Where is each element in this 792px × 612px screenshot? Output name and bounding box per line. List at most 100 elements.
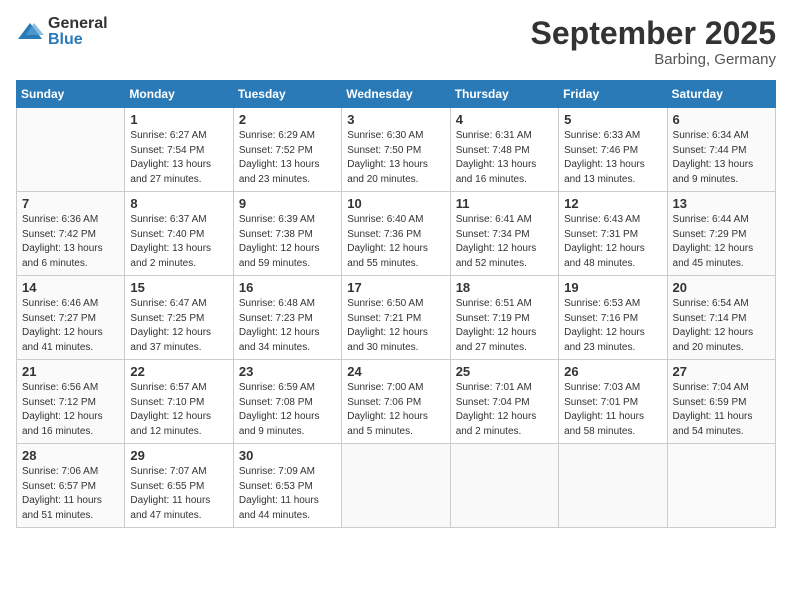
calendar-cell: 14 Sunrise: 6:46 AMSunset: 7:27 PMDayligh…: [17, 276, 125, 360]
header-thursday: Thursday: [450, 81, 558, 108]
day-info: Sunrise: 6:57 AMSunset: 7:10 PMDaylight:…: [130, 381, 227, 439]
location-title: Barbing, Germany: [531, 51, 776, 68]
calendar-cell: 11 Sunrise: 6:41 AMSunset: 7:34 PMDayligh…: [450, 192, 558, 276]
header-sunday: Sunday: [17, 81, 125, 108]
day-info: Sunrise: 7:09 AMSunset: 6:53 PMDaylight:…: [239, 465, 336, 523]
day-number: 6: [673, 112, 770, 127]
day-number: 8: [130, 196, 227, 211]
calendar-cell: 1 Sunrise: 6:27 AMSunset: 7:54 PMDaylight…: [125, 108, 233, 192]
day-number: 30: [239, 448, 336, 463]
day-number: 18: [456, 280, 553, 295]
day-info: Sunrise: 6:40 AMSunset: 7:36 PMDaylight:…: [347, 213, 444, 271]
logo-icon: [16, 21, 44, 43]
day-info: Sunrise: 6:29 AMSunset: 7:52 PMDaylight:…: [239, 129, 336, 187]
day-info: Sunrise: 6:33 AMSunset: 7:46 PMDaylight:…: [564, 129, 661, 187]
calendar-cell: 25 Sunrise: 7:01 AMSunset: 7:04 PMDayligh…: [450, 360, 558, 444]
calendar-cell: 27 Sunrise: 7:04 AMSunset: 6:59 PMDayligh…: [667, 360, 775, 444]
day-info: Sunrise: 6:50 AMSunset: 7:21 PMDaylight:…: [347, 297, 444, 355]
calendar-cell: 13 Sunrise: 6:44 AMSunset: 7:29 PMDayligh…: [667, 192, 775, 276]
title-area: September 2025 Barbing, Germany: [531, 16, 776, 68]
calendar-cell: 23Sunrise: 6:59 AMSunset: 7:08 PMDayligh…: [233, 360, 341, 444]
day-number: 19: [564, 280, 661, 295]
day-info: Sunrise: 6:39 AMSunset: 7:38 PMDaylight:…: [239, 213, 336, 271]
day-info: Sunrise: 7:01 AMSunset: 7:04 PMDaylight:…: [456, 381, 553, 439]
day-number: 9: [239, 196, 336, 211]
calendar-cell: 5 Sunrise: 6:33 AMSunset: 7:46 PMDaylight…: [559, 108, 667, 192]
page-header: General Blue September 2025 Barbing, Ger…: [16, 16, 776, 68]
day-number: 26: [564, 364, 661, 379]
day-info: Sunrise: 6:56 AMSunset: 7:12 PMDaylight:…: [22, 381, 119, 439]
week-row-3: 14 Sunrise: 6:46 AMSunset: 7:27 PMDayligh…: [17, 276, 776, 360]
day-number: 13: [673, 196, 770, 211]
header-monday: Monday: [125, 81, 233, 108]
day-number: 5: [564, 112, 661, 127]
day-info: Sunrise: 6:41 AMSunset: 7:34 PMDaylight:…: [456, 213, 553, 271]
calendar-cell: 16 Sunrise: 6:48 AMSunset: 7:23 PMDayligh…: [233, 276, 341, 360]
header-saturday: Saturday: [667, 81, 775, 108]
day-info: Sunrise: 7:07 AMSunset: 6:55 PMDaylight:…: [130, 465, 227, 523]
week-row-2: 7Sunrise: 6:36 AMSunset: 7:42 PMDaylight…: [17, 192, 776, 276]
day-info: Sunrise: 6:34 AMSunset: 7:44 PMDaylight:…: [673, 129, 770, 187]
calendar-cell: 12 Sunrise: 6:43 AMSunset: 7:31 PMDayligh…: [559, 192, 667, 276]
day-info: Sunrise: 6:47 AMSunset: 7:25 PMDaylight:…: [130, 297, 227, 355]
header-tuesday: Tuesday: [233, 81, 341, 108]
day-number: 4: [456, 112, 553, 127]
calendar-cell: 22 Sunrise: 6:57 AMSunset: 7:10 PMDayligh…: [125, 360, 233, 444]
day-number: 14: [22, 280, 119, 295]
calendar-cell: 29 Sunrise: 7:07 AMSunset: 6:55 PMDayligh…: [125, 444, 233, 528]
calendar-cell: 9 Sunrise: 6:39 AMSunset: 7:38 PMDaylight…: [233, 192, 341, 276]
day-info: Sunrise: 6:48 AMSunset: 7:23 PMDaylight:…: [239, 297, 336, 355]
calendar-cell: [667, 444, 775, 528]
day-number: 22: [130, 364, 227, 379]
day-info: Sunrise: 6:44 AMSunset: 7:29 PMDaylight:…: [673, 213, 770, 271]
day-info: Sunrise: 7:04 AMSunset: 6:59 PMDaylight:…: [673, 381, 770, 439]
day-number: 23: [239, 364, 336, 379]
day-number: 12: [564, 196, 661, 211]
day-info: Sunrise: 6:43 AMSunset: 7:31 PMDaylight:…: [564, 213, 661, 271]
day-number: 29: [130, 448, 227, 463]
day-info: Sunrise: 6:30 AMSunset: 7:50 PMDaylight:…: [347, 129, 444, 187]
day-number: 27: [673, 364, 770, 379]
day-number: 15: [130, 280, 227, 295]
calendar-cell: 2 Sunrise: 6:29 AMSunset: 7:52 PMDaylight…: [233, 108, 341, 192]
day-number: 24: [347, 364, 444, 379]
day-info: Sunrise: 6:46 AMSunset: 7:27 PMDaylight:…: [22, 297, 119, 355]
day-info: Sunrise: 6:54 AMSunset: 7:14 PMDaylight:…: [673, 297, 770, 355]
day-info: Sunrise: 7:03 AMSunset: 7:01 PMDaylight:…: [564, 381, 661, 439]
calendar-cell: 15 Sunrise: 6:47 AMSunset: 7:25 PMDayligh…: [125, 276, 233, 360]
day-number: 1: [130, 112, 227, 127]
day-number: 3: [347, 112, 444, 127]
day-number: 25: [456, 364, 553, 379]
calendar-cell: 20 Sunrise: 6:54 AMSunset: 7:14 PMDayligh…: [667, 276, 775, 360]
day-number: 2: [239, 112, 336, 127]
day-number: 11: [456, 196, 553, 211]
calendar-cell: [17, 108, 125, 192]
calendar-cell: 10Sunrise: 6:40 AMSunset: 7:36 PMDayligh…: [342, 192, 450, 276]
day-number: 16: [239, 280, 336, 295]
week-row-1: 1 Sunrise: 6:27 AMSunset: 7:54 PMDaylight…: [17, 108, 776, 192]
day-info: Sunrise: 7:06 AMSunset: 6:57 PMDaylight:…: [22, 465, 119, 523]
calendar-cell: 8Sunrise: 6:37 AMSunset: 7:40 PMDaylight…: [125, 192, 233, 276]
calendar-cell: 17 Sunrise: 6:50 AMSunset: 7:21 PMDayligh…: [342, 276, 450, 360]
day-number: 17: [347, 280, 444, 295]
logo: General Blue: [16, 16, 108, 48]
week-row-4: 21Sunrise: 6:56 AMSunset: 7:12 PMDayligh…: [17, 360, 776, 444]
weekday-header-row: SundayMondayTuesdayWednesdayThursdayFrid…: [17, 81, 776, 108]
calendar-cell: 18Sunrise: 6:51 AMSunset: 7:19 PMDayligh…: [450, 276, 558, 360]
calendar-cell: 3 Sunrise: 6:30 AMSunset: 7:50 PMDaylight…: [342, 108, 450, 192]
header-wednesday: Wednesday: [342, 81, 450, 108]
calendar-cell: 26 Sunrise: 7:03 AMSunset: 7:01 PMDayligh…: [559, 360, 667, 444]
calendar-cell: 19Sunrise: 6:53 AMSunset: 7:16 PMDayligh…: [559, 276, 667, 360]
calendar-cell: 24 Sunrise: 7:00 AMSunset: 7:06 PMDayligh…: [342, 360, 450, 444]
calendar-table: SundayMondayTuesdayWednesdayThursdayFrid…: [16, 80, 776, 528]
calendar-cell: 30 Sunrise: 7:09 AMSunset: 6:53 PMDayligh…: [233, 444, 341, 528]
calendar-cell: 6 Sunrise: 6:34 AMSunset: 7:44 PMDaylight…: [667, 108, 775, 192]
day-info: Sunrise: 7:00 AMSunset: 7:06 PMDaylight:…: [347, 381, 444, 439]
calendar-cell: 4 Sunrise: 6:31 AMSunset: 7:48 PMDaylight…: [450, 108, 558, 192]
calendar-cell: [559, 444, 667, 528]
day-number: 20: [673, 280, 770, 295]
day-info: Sunrise: 6:31 AMSunset: 7:48 PMDaylight:…: [456, 129, 553, 187]
day-info: Sunrise: 6:27 AMSunset: 7:54 PMDaylight:…: [130, 129, 227, 187]
week-row-5: 28 Sunrise: 7:06 AMSunset: 6:57 PMDayligh…: [17, 444, 776, 528]
day-number: 28: [22, 448, 119, 463]
